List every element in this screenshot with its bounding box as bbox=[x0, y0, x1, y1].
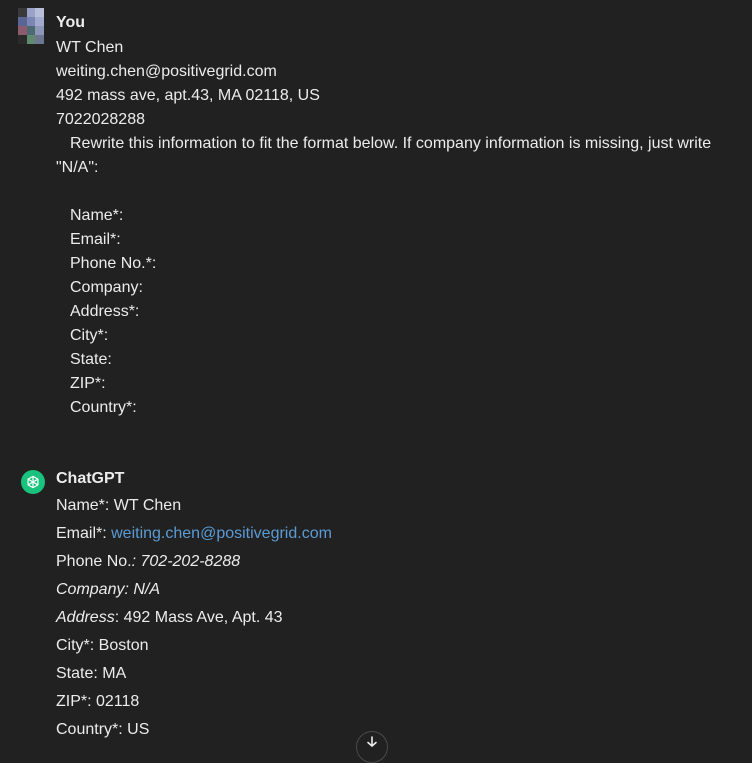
user-field-city: City*: bbox=[70, 327, 109, 344]
user-field-company: Company: bbox=[70, 279, 143, 296]
user-line-name: WT Chen bbox=[56, 39, 124, 56]
openai-logo-icon bbox=[21, 470, 45, 494]
user-line-email: weiting.chen@positivegrid.com bbox=[56, 63, 277, 80]
reply-address-value: : 492 Mass Ave, Apt. 43 bbox=[114, 609, 283, 626]
reply-phone: Phone No.: 702-202-8288 bbox=[56, 550, 240, 574]
user-field-country: Country*: bbox=[70, 399, 137, 416]
user-line-address: 492 mass ave, apt.43, MA 02118, US bbox=[56, 87, 320, 104]
reply-name: Name*: WT Chen bbox=[56, 494, 181, 518]
chevron-down-icon bbox=[366, 735, 378, 751]
reply-country: Country*: US bbox=[56, 721, 150, 738]
reply-phone-label: Phone No. bbox=[56, 553, 132, 570]
reply-name-label: Name*: bbox=[56, 497, 110, 514]
user-field-phone: Phone No.*: bbox=[70, 255, 157, 272]
user-field-email: Email*: bbox=[70, 231, 121, 248]
scroll-down-button[interactable] bbox=[356, 731, 388, 763]
reply-company: Company: N/A bbox=[56, 581, 161, 598]
user-field-name: Name*: bbox=[70, 207, 124, 224]
user-line-phone: 7022028288 bbox=[56, 111, 145, 128]
reply-name-value: WT Chen bbox=[109, 497, 182, 514]
reply-address-label: Address bbox=[56, 609, 115, 626]
user-field-state: State: bbox=[70, 351, 112, 368]
reply-email: Email*: weiting.chen@positivegrid.com bbox=[56, 522, 332, 546]
reply-email-label: Email*: bbox=[56, 525, 112, 542]
reply-state: State: MA bbox=[56, 665, 127, 682]
reply-zip: ZIP*: 02118 bbox=[56, 693, 140, 710]
reply-phone-value: : 702-202-8288 bbox=[131, 553, 241, 570]
user-field-zip: ZIP*: bbox=[70, 375, 106, 392]
reply-address: Address: 492 Mass Ave, Apt. 43 bbox=[56, 606, 283, 630]
user-author-label: You bbox=[56, 14, 86, 31]
reply-city: City*: Boston bbox=[56, 637, 149, 654]
assistant-author-label: ChatGPT bbox=[56, 470, 125, 487]
user-instruction: Rewrite this information to fit the form… bbox=[56, 135, 712, 176]
reply-email-link[interactable]: weiting.chen@positivegrid.com bbox=[111, 525, 332, 542]
user-avatar-icon bbox=[18, 8, 44, 44]
user-field-address: Address*: bbox=[70, 303, 140, 320]
